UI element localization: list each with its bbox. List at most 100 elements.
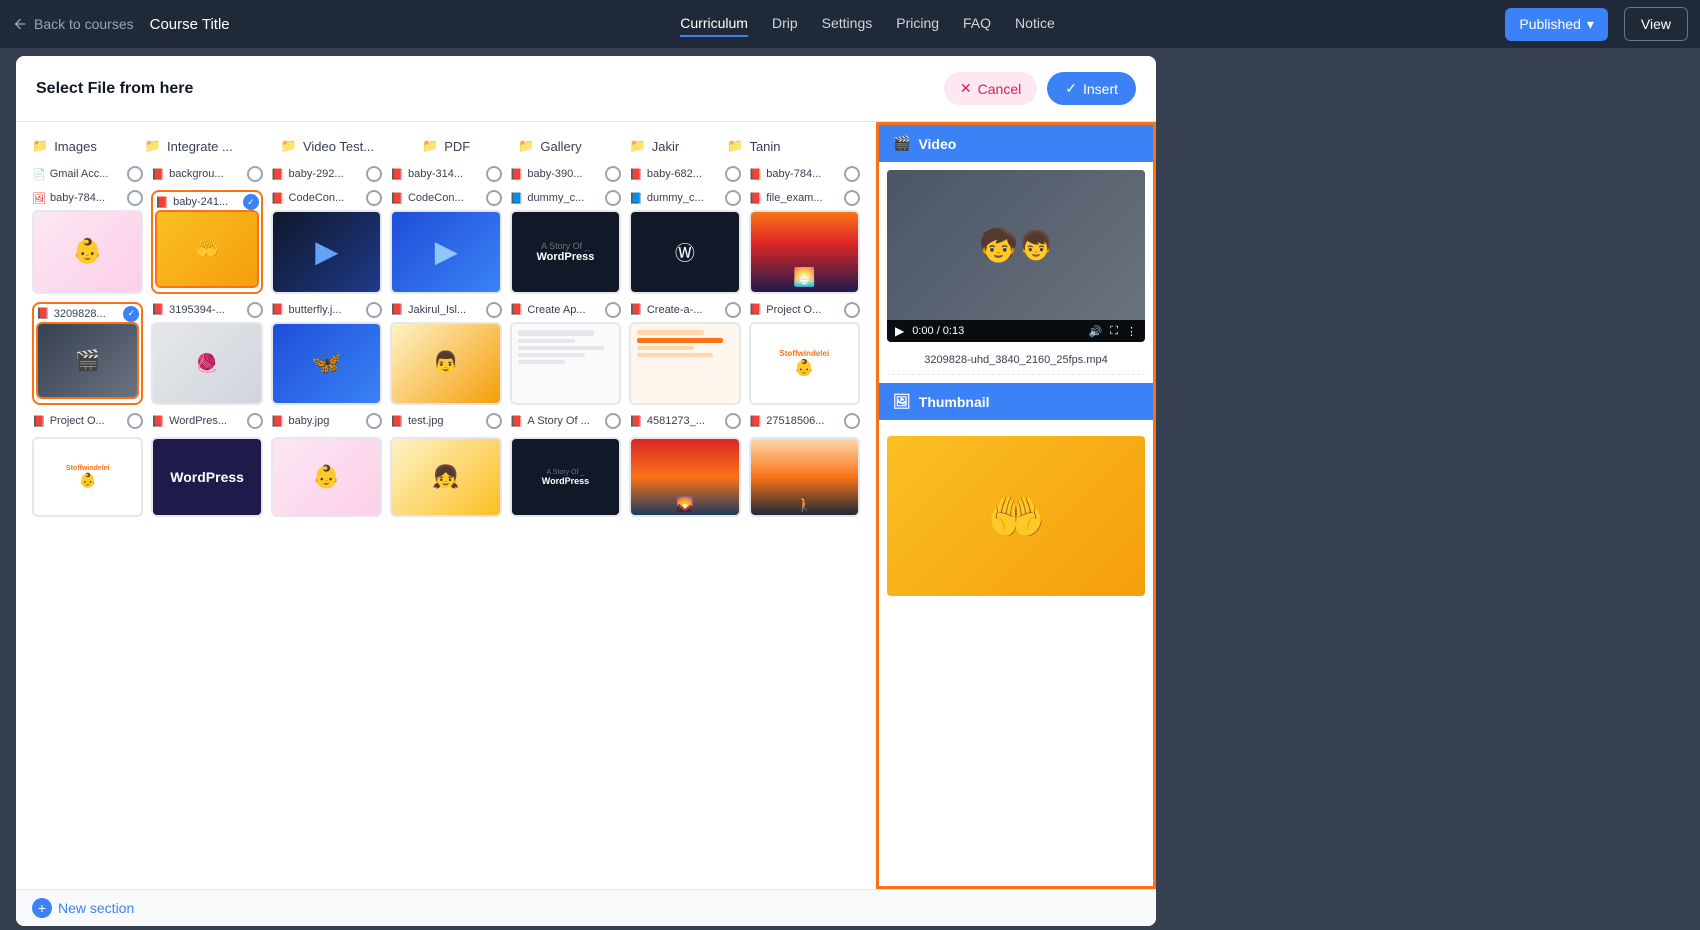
new-section-label: New section bbox=[58, 900, 134, 916]
top-navigation: Back to courses Course Title Curriculum … bbox=[0, 0, 1700, 48]
view-button[interactable]: View bbox=[1624, 7, 1688, 41]
file-radio[interactable] bbox=[366, 166, 382, 182]
doc-icon: 📘 bbox=[629, 192, 643, 205]
list-item[interactable]: 📕 file_exam... 🌅 bbox=[749, 190, 860, 294]
file-radio[interactable] bbox=[127, 190, 143, 206]
list-item[interactable]: 📕 baby-784... bbox=[749, 166, 860, 182]
list-item[interactable]: 📕 baby.jpg bbox=[271, 413, 382, 429]
list-item[interactable]: 📕 baby-241... 🤲 bbox=[151, 190, 262, 294]
file-radio[interactable] bbox=[605, 190, 621, 206]
list-item[interactable]: 📕 backgrou... bbox=[151, 166, 262, 182]
file-radio[interactable] bbox=[247, 413, 263, 429]
fullscreen-icon[interactable]: ⛶ bbox=[1110, 325, 1118, 338]
file-radio[interactable] bbox=[366, 190, 382, 206]
file-radio[interactable] bbox=[605, 302, 621, 318]
view-label: View bbox=[1641, 16, 1671, 32]
nav-notice[interactable]: Notice bbox=[1015, 11, 1055, 37]
file-radio[interactable] bbox=[725, 302, 741, 318]
list-item[interactable]: 📕 CodeCon... ▶ bbox=[271, 190, 382, 294]
file-radio[interactable] bbox=[486, 190, 502, 206]
file-radio[interactable] bbox=[247, 302, 263, 318]
list-item[interactable]: 🚶 bbox=[749, 437, 860, 517]
file-radio[interactable] bbox=[127, 413, 143, 429]
list-item[interactable]: 📕 baby-292... bbox=[271, 166, 382, 182]
file-radio[interactable] bbox=[366, 413, 382, 429]
folder-video-test[interactable]: 📁 Video Test... bbox=[281, 138, 374, 154]
list-item[interactable]: 📕 baby-314... bbox=[390, 166, 501, 182]
file-radio[interactable] bbox=[486, 166, 502, 182]
video-section-title: 🎬 Video bbox=[879, 125, 1153, 162]
list-item[interactable]: 📘 dummy_c... A Story Of _ WordPress bbox=[510, 190, 621, 294]
list-item[interactable]: Stoffwindelei 👶 bbox=[32, 437, 143, 517]
nav-faq[interactable]: FAQ bbox=[963, 11, 991, 37]
volume-icon[interactable]: 🔊 bbox=[1089, 325, 1103, 338]
file-radio[interactable] bbox=[243, 194, 259, 210]
cancel-button[interactable]: ✕ Cancel bbox=[944, 72, 1037, 105]
list-item[interactable]: 🖼 baby-784... 👶 bbox=[32, 190, 143, 294]
list-item[interactable]: 📕 WordPres... bbox=[151, 413, 262, 429]
file-thumbnail: 🚶 bbox=[749, 437, 860, 517]
nav-drip[interactable]: Drip bbox=[772, 11, 798, 37]
folder-integrate[interactable]: 📁 Integrate ... bbox=[145, 138, 233, 154]
file-radio[interactable] bbox=[844, 166, 860, 182]
insert-button[interactable]: ✓ Insert bbox=[1047, 72, 1136, 105]
pdf-icon: 📕 bbox=[629, 168, 643, 181]
file-radio[interactable] bbox=[725, 166, 741, 182]
list-item[interactable]: 📕 Project O... bbox=[32, 413, 143, 429]
file-radio[interactable] bbox=[844, 190, 860, 206]
list-item[interactable]: 📕 test.jpg bbox=[390, 413, 501, 429]
file-radio[interactable] bbox=[605, 166, 621, 182]
list-item[interactable]: 📕 4581273_... bbox=[629, 413, 740, 429]
list-item[interactable]: 📕 Jakirul_Isl... 👨 bbox=[390, 302, 501, 406]
folder-tanin[interactable]: 📁 Tanin bbox=[727, 138, 780, 154]
file-thumbnail bbox=[629, 322, 740, 406]
file-radio[interactable] bbox=[123, 306, 139, 322]
list-item[interactable]: 📕 Create Ap... bbox=[510, 302, 621, 406]
file-grid-area[interactable]: 📁 Images 📁 Integrate ... 📁 Video Test...… bbox=[16, 122, 876, 889]
folder-images[interactable]: 📁 Images bbox=[32, 138, 97, 154]
list-item[interactable]: 📕 A Story Of ... bbox=[510, 413, 621, 429]
list-item[interactable]: 📘 dummy_c... Ⓦ bbox=[629, 190, 740, 294]
folder-pdf[interactable]: 📁 PDF bbox=[422, 138, 470, 154]
list-item[interactable]: 📕 butterfly.j... 🦋 bbox=[271, 302, 382, 406]
folder-jakir[interactable]: 📁 Jakir bbox=[630, 138, 680, 154]
file-radio[interactable] bbox=[247, 166, 263, 182]
list-item[interactable]: WordPress bbox=[151, 437, 262, 517]
list-item[interactable]: 📕 Create-a-... bbox=[629, 302, 740, 406]
file-radio[interactable] bbox=[725, 190, 741, 206]
list-item[interactable]: 👶 bbox=[271, 437, 382, 517]
file-radio[interactable] bbox=[486, 413, 502, 429]
nav-pricing[interactable]: Pricing bbox=[896, 11, 939, 37]
new-section-button[interactable]: + New section bbox=[32, 898, 134, 918]
list-item[interactable]: A Story Of _ WordPress bbox=[510, 437, 621, 517]
insert-label: Insert bbox=[1083, 81, 1118, 97]
file-radio[interactable] bbox=[725, 413, 741, 429]
file-radio[interactable] bbox=[486, 302, 502, 318]
file-radio[interactable] bbox=[366, 302, 382, 318]
file-radio[interactable] bbox=[844, 413, 860, 429]
file-thumbnail: ▶ bbox=[271, 210, 382, 294]
nav-settings[interactable]: Settings bbox=[822, 11, 873, 37]
list-item[interactable]: 📕 Project O... Stoffwindelei 👶 bbox=[749, 302, 860, 406]
list-item[interactable]: 👧 bbox=[390, 437, 501, 517]
list-item[interactable]: 📕 baby-390... bbox=[510, 166, 621, 182]
folder-images-label: Images bbox=[54, 139, 97, 154]
list-item[interactable]: 📕 baby-682... bbox=[629, 166, 740, 182]
folder-gallery[interactable]: 📁 Gallery bbox=[518, 138, 581, 154]
list-item[interactable]: 🌄 bbox=[629, 437, 740, 517]
list-item[interactable]: 📕 3195394-... 🧶 bbox=[151, 302, 262, 406]
file-radio[interactable] bbox=[127, 166, 143, 182]
list-item[interactable]: 📕 CodeCon... ▶ bbox=[390, 190, 501, 294]
file-radio[interactable] bbox=[605, 413, 621, 429]
list-item[interactable]: 📕 3209828... 🎬 bbox=[32, 302, 143, 406]
list-item[interactable]: 📄 Gmail Acc... bbox=[32, 166, 143, 182]
published-button[interactable]: Published ▾ bbox=[1505, 8, 1608, 41]
nav-curriculum[interactable]: Curriculum bbox=[680, 11, 748, 37]
play-icon[interactable]: ▶ bbox=[895, 324, 904, 338]
modal-actions: ✕ Cancel ✓ Insert bbox=[944, 72, 1136, 105]
file-thumbnail: 👨 bbox=[390, 322, 501, 406]
more-icon[interactable]: ⋮ bbox=[1126, 325, 1137, 338]
list-item[interactable]: 📕 27518506... bbox=[749, 413, 860, 429]
back-to-courses-button[interactable]: Back to courses bbox=[12, 16, 134, 32]
file-radio[interactable] bbox=[844, 302, 860, 318]
